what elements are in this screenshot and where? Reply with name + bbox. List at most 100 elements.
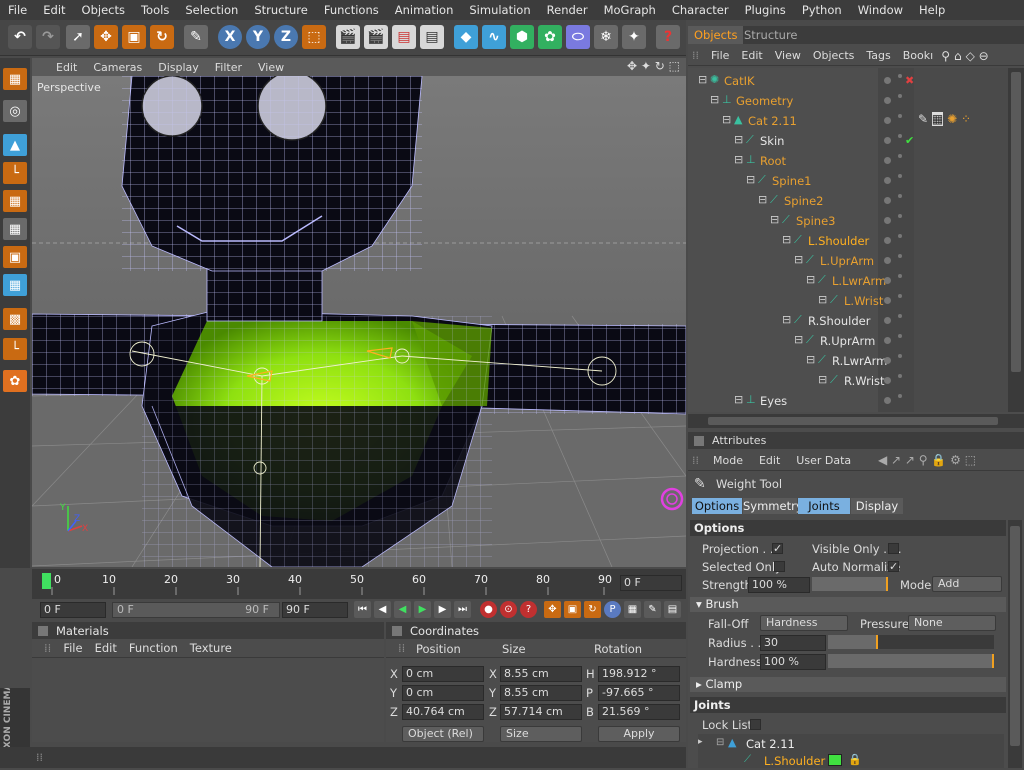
tree-row[interactable]: ⊟ ⟋ R.LwrArm bbox=[688, 350, 1008, 370]
menu-plugins[interactable]: Plugins bbox=[737, 3, 794, 17]
key-parameter-icon[interactable]: P bbox=[604, 601, 621, 618]
menu-objects[interactable]: Objects bbox=[74, 3, 133, 17]
go-to-start-icon[interactable]: ⏮ bbox=[354, 601, 371, 618]
clamp-section-header[interactable]: ▸ Clamp bbox=[690, 677, 1006, 692]
render-queue-icon[interactable]: ▤ bbox=[420, 25, 444, 49]
lock-icon[interactable]: 🔒 bbox=[848, 753, 862, 766]
auto-normalize-checkbox[interactable]: ✓ bbox=[888, 561, 899, 572]
timeline-ruler[interactable]: 0 10 20 30 40 50 60 70 80 90 0 F bbox=[32, 569, 686, 599]
redo-icon[interactable]: ↷ bbox=[36, 25, 60, 49]
render-settings-icon[interactable]: ▤ bbox=[392, 25, 416, 49]
tab-options[interactable]: Options bbox=[692, 498, 742, 514]
expand-toggle-icon[interactable]: ⊟ bbox=[818, 373, 827, 386]
objects-hscrollbar[interactable] bbox=[688, 414, 1024, 428]
render-dot-icon[interactable] bbox=[898, 374, 902, 378]
polygons-mode-icon[interactable]: ▣ bbox=[3, 246, 27, 268]
tree-row[interactable]: ⊟ ⟋ L.LwrArm bbox=[688, 270, 1008, 290]
menu-python[interactable]: Python bbox=[794, 3, 850, 17]
pressure-dropdown[interactable]: None bbox=[908, 615, 996, 631]
render-dot-icon[interactable] bbox=[898, 154, 902, 158]
apply-button[interactable]: Apply bbox=[598, 726, 680, 742]
snap-icon[interactable]: └ bbox=[3, 338, 27, 360]
rot-h-field[interactable]: 198.912 ° bbox=[598, 666, 680, 682]
attr-nav-icons[interactable]: ◀ ↗ ↗ ⚲ 🔒 ⚙ ⬚ bbox=[878, 453, 976, 467]
render-dot-icon[interactable] bbox=[898, 234, 902, 238]
ik-tag-icon[interactable]: ⁘ bbox=[961, 112, 971, 126]
tree-row[interactable]: ⊟ ⟋ R.Wrist bbox=[688, 370, 1008, 390]
collapse-icon[interactable]: ⊟ bbox=[716, 737, 724, 748]
menu-window[interactable]: Window bbox=[850, 3, 911, 17]
expand-toggle-icon[interactable]: ⊟ bbox=[698, 73, 707, 86]
viewport-menu-view[interactable]: View bbox=[250, 61, 292, 74]
expand-toggle-icon[interactable]: ⊟ bbox=[734, 153, 743, 166]
visibility-dot-icon[interactable] bbox=[884, 157, 891, 164]
menu-functions[interactable]: Functions bbox=[316, 3, 387, 17]
search-icon[interactable]: ⚲ bbox=[941, 49, 950, 63]
viewport-nav-icon[interactable]: ✥ ✦ ↻ ⬚ bbox=[627, 59, 680, 73]
visible-only-checkbox[interactable] bbox=[888, 543, 899, 554]
timeline-menu-icon[interactable]: ▤ bbox=[664, 601, 681, 618]
size-z-field[interactable]: 57.714 cm bbox=[500, 704, 582, 720]
pos-y-field[interactable]: 0 cm bbox=[402, 685, 484, 701]
texture-tag-icon[interactable]: ▦ bbox=[931, 112, 944, 126]
expand-toggle-icon[interactable]: ⊟ bbox=[806, 353, 815, 366]
render-dot-icon[interactable] bbox=[898, 294, 902, 298]
tree-row[interactable]: ⊟ ⊥ Root bbox=[688, 150, 1008, 170]
render-dot-icon[interactable] bbox=[898, 94, 902, 98]
camera-icon[interactable]: ✦ bbox=[622, 25, 646, 49]
objects-menu-objects[interactable]: Objects bbox=[807, 49, 861, 62]
live-select-icon[interactable]: ➚ bbox=[66, 25, 90, 49]
interpolation-icon[interactable]: ✎ bbox=[644, 601, 661, 618]
objects-menu-file[interactable]: File bbox=[705, 49, 735, 62]
current-frame-field[interactable]: 0 F bbox=[620, 575, 682, 591]
z-axis-icon[interactable]: Z bbox=[274, 25, 298, 49]
frame-range-slider[interactable]: 0 F 90 F bbox=[112, 602, 280, 618]
objects-menu-edit[interactable]: Edit bbox=[735, 49, 768, 62]
menu-file[interactable]: File bbox=[0, 3, 35, 17]
expand-toggle-icon[interactable]: ⊟ bbox=[770, 213, 779, 226]
objects-menu-bookmarks[interactable]: Bookı bbox=[897, 49, 939, 62]
objects-menu-view[interactable]: View bbox=[769, 49, 807, 62]
objects-scrollbar[interactable] bbox=[1008, 68, 1024, 412]
model-mode-icon[interactable]: ▦ bbox=[3, 68, 27, 90]
go-to-end-icon[interactable]: ⏭ bbox=[454, 601, 471, 618]
key-scale-icon[interactable]: ▣ bbox=[564, 601, 581, 618]
render-dot-icon[interactable] bbox=[898, 74, 902, 78]
coordinate-system-icon[interactable]: ⬚ bbox=[302, 25, 326, 49]
step-forward-icon[interactable]: ▶ bbox=[434, 601, 451, 618]
size-y-field[interactable]: 8.55 cm bbox=[500, 685, 582, 701]
expand-toggle-icon[interactable]: ⊟ bbox=[734, 133, 743, 146]
expand-toggle-icon[interactable]: ⊟ bbox=[782, 313, 791, 326]
scale-icon[interactable]: ▣ bbox=[122, 25, 146, 49]
keyframe-selection-icon[interactable]: ? bbox=[520, 601, 537, 618]
attributes-menu-userdata[interactable]: User Data bbox=[788, 454, 859, 467]
points-mode-icon[interactable]: ▦ bbox=[3, 190, 27, 212]
materials-menu-edit[interactable]: Edit bbox=[89, 641, 123, 655]
tree-row[interactable]: ⊟ ⟋ Spine1 bbox=[688, 170, 1008, 190]
object-mode-icon[interactable]: ▲ bbox=[3, 134, 27, 156]
expand-toggle-icon[interactable]: ⊟ bbox=[782, 233, 791, 246]
render-dot-icon[interactable] bbox=[898, 174, 902, 178]
weight-tool-icon[interactable]: ✎ bbox=[184, 25, 208, 49]
cube-icon[interactable]: ◆ bbox=[454, 25, 478, 49]
render-dot-icon[interactable] bbox=[898, 254, 902, 258]
nurbs-icon[interactable]: ⬢ bbox=[510, 25, 534, 49]
render-dot-icon[interactable] bbox=[898, 314, 902, 318]
render-dot-icon[interactable] bbox=[898, 354, 902, 358]
menu-character[interactable]: Character bbox=[664, 3, 737, 17]
play-backward-icon[interactable]: ◀ bbox=[394, 601, 411, 618]
materials-menu-file[interactable]: File bbox=[57, 641, 88, 655]
visibility-dot-icon[interactable] bbox=[884, 97, 891, 104]
skin-tag-icon[interactable]: ✺ bbox=[947, 112, 957, 126]
rot-p-field[interactable]: -97.665 ° bbox=[598, 685, 680, 701]
selected-only-checkbox[interactable] bbox=[774, 561, 785, 572]
viewport-menu-edit[interactable]: Edit bbox=[48, 61, 85, 74]
skin-enabled-check-icon[interactable]: ✔ bbox=[905, 134, 914, 147]
render-picture-viewer-icon[interactable]: 🎬 bbox=[364, 25, 388, 49]
joint-list-item-cat[interactable]: Cat 2.11 bbox=[746, 737, 795, 751]
projection-checkbox[interactable]: ✓ bbox=[772, 543, 783, 554]
visibility-dot-icon[interactable] bbox=[884, 237, 891, 244]
visibility-dot-icon[interactable] bbox=[884, 397, 891, 404]
expand-toggle-icon[interactable]: ⊟ bbox=[746, 173, 755, 186]
visibility-dot-icon[interactable] bbox=[884, 317, 891, 324]
